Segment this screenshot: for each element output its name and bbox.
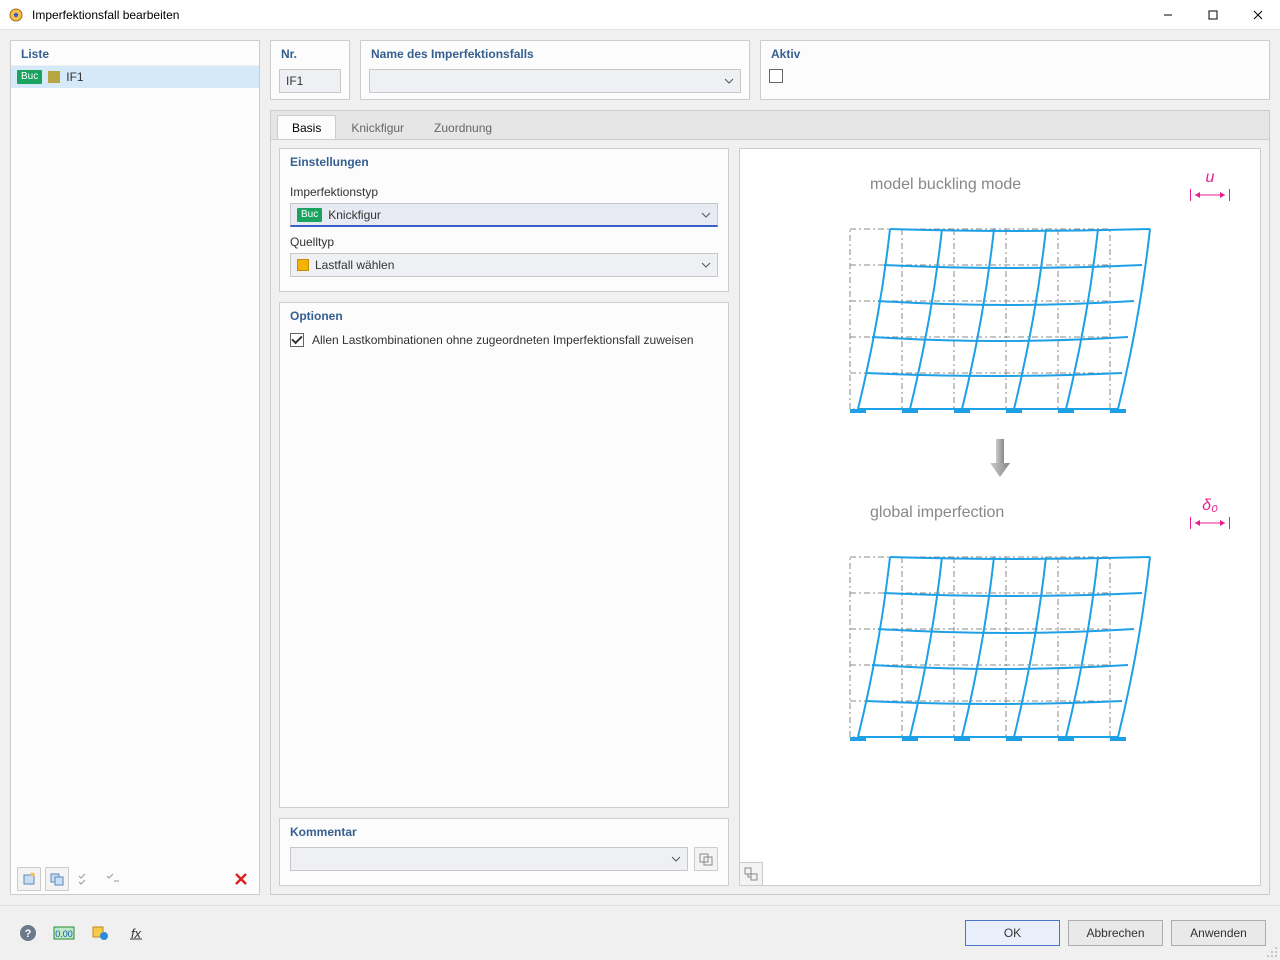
color-swatch-icon: [48, 71, 60, 83]
type-label: Imperfektionstyp: [290, 185, 718, 199]
active-checkbox[interactable]: [769, 69, 783, 83]
cancel-label: Abbrechen: [1086, 926, 1144, 940]
list-header: Liste: [11, 41, 259, 65]
name-label: Name des Imperfektionsfalls: [361, 41, 749, 65]
function-button[interactable]: fx: [122, 920, 150, 946]
chevron-down-icon: [701, 260, 711, 270]
check-all-button[interactable]: [73, 867, 97, 891]
preview-panel: model buckling mode u: [739, 148, 1261, 886]
number-panel: Nr. IF1: [270, 40, 350, 100]
titlebar: Imperfektionsfall bearbeiten: [0, 0, 1280, 30]
type-combo[interactable]: Buc Knickfigur: [290, 203, 718, 227]
list-item[interactable]: Buc IF1: [11, 66, 259, 88]
tab-basis[interactable]: Basis: [277, 115, 336, 139]
resize-grip-icon[interactable]: [1266, 946, 1278, 958]
close-button[interactable]: [1235, 0, 1280, 30]
preview-caption-top: model buckling mode: [870, 176, 1178, 194]
name-combo[interactable]: [369, 69, 741, 93]
dimension-arrow-icon: [1190, 189, 1230, 201]
type-value: Knickfigur: [328, 208, 381, 222]
settings-header: Einstellungen: [280, 149, 728, 173]
ok-label: OK: [1004, 926, 1021, 940]
delete-item-button[interactable]: [229, 867, 253, 891]
list-panel: Liste Buc IF1: [10, 40, 260, 895]
chevron-down-icon: [671, 854, 681, 864]
settings-panel: Einstellungen Imperfektionstyp Buc Knick…: [279, 148, 729, 292]
uncheck-all-button[interactable]: [101, 867, 125, 891]
window-title: Imperfektionsfall bearbeiten: [32, 8, 179, 22]
tabstrip: Basis Knickfigur Zuordnung: [271, 111, 1269, 139]
display-button[interactable]: [86, 920, 114, 946]
chevron-down-icon: [724, 76, 734, 86]
list-toolbar: [11, 864, 259, 894]
comment-combo[interactable]: [290, 847, 688, 871]
symbol-delta: δ₀: [1202, 497, 1218, 515]
comment-header: Kommentar: [280, 819, 728, 843]
cancel-button[interactable]: Abbrechen: [1068, 920, 1163, 946]
number-value: IF1: [286, 74, 303, 88]
assign-checkbox[interactable]: [290, 333, 304, 347]
svg-text:0.00: 0.00: [55, 929, 73, 939]
minimize-button[interactable]: [1145, 0, 1190, 30]
assign-label: Allen Lastkombinationen ohne zugeordnete…: [312, 333, 694, 347]
item-tag: Buc: [17, 70, 42, 84]
preview-caption-bottom: global imperfection: [870, 504, 1178, 522]
tab-container: Basis Knickfigur Zuordnung Einstellungen…: [270, 110, 1270, 895]
source-value: Lastfall wählen: [315, 258, 394, 272]
name-panel: Name des Imperfektionsfalls: [360, 40, 750, 100]
number-label: Nr.: [271, 41, 349, 65]
chevron-down-icon: [701, 210, 711, 220]
number-field[interactable]: IF1: [279, 69, 341, 93]
preview-settings-button[interactable]: [739, 862, 763, 886]
down-arrow-icon: [986, 437, 1014, 479]
new-item-button[interactable]: [17, 867, 41, 891]
apply-button[interactable]: Anwenden: [1171, 920, 1266, 946]
type-tag: Buc: [297, 208, 322, 222]
tab-knickfigur[interactable]: Knickfigur: [336, 115, 419, 139]
app-icon: [8, 7, 24, 23]
source-combo[interactable]: Lastfall wählen: [290, 253, 718, 277]
duplicate-item-button[interactable]: [45, 867, 69, 891]
comment-extra-button[interactable]: [694, 847, 718, 871]
options-header: Optionen: [280, 303, 728, 327]
svg-text:?: ?: [25, 928, 32, 940]
ok-button[interactable]: OK: [965, 920, 1060, 946]
item-label: IF1: [66, 70, 83, 84]
help-button[interactable]: ?: [14, 920, 42, 946]
footer: ? 0.00 fx OK Abbrechen Anwenden: [0, 905, 1280, 960]
imperfection-mesh-icon: [840, 547, 1160, 747]
active-label: Aktiv: [761, 41, 1269, 65]
symbol-u: u: [1206, 169, 1215, 187]
tab-zuordnung[interactable]: Zuordnung: [419, 115, 507, 139]
source-label: Quelltyp: [290, 235, 718, 249]
comment-panel: Kommentar: [279, 818, 729, 886]
options-panel: Optionen Allen Lastkombinationen ohne zu…: [279, 302, 729, 808]
list-body[interactable]: Buc IF1: [11, 65, 259, 864]
apply-label: Anwenden: [1190, 926, 1247, 940]
buckling-mesh-icon: [840, 219, 1160, 419]
units-button[interactable]: 0.00: [50, 920, 78, 946]
color-swatch-icon: [297, 259, 309, 271]
dimension-arrow-icon: [1190, 517, 1230, 529]
active-panel: Aktiv: [760, 40, 1270, 100]
maximize-button[interactable]: [1190, 0, 1235, 30]
